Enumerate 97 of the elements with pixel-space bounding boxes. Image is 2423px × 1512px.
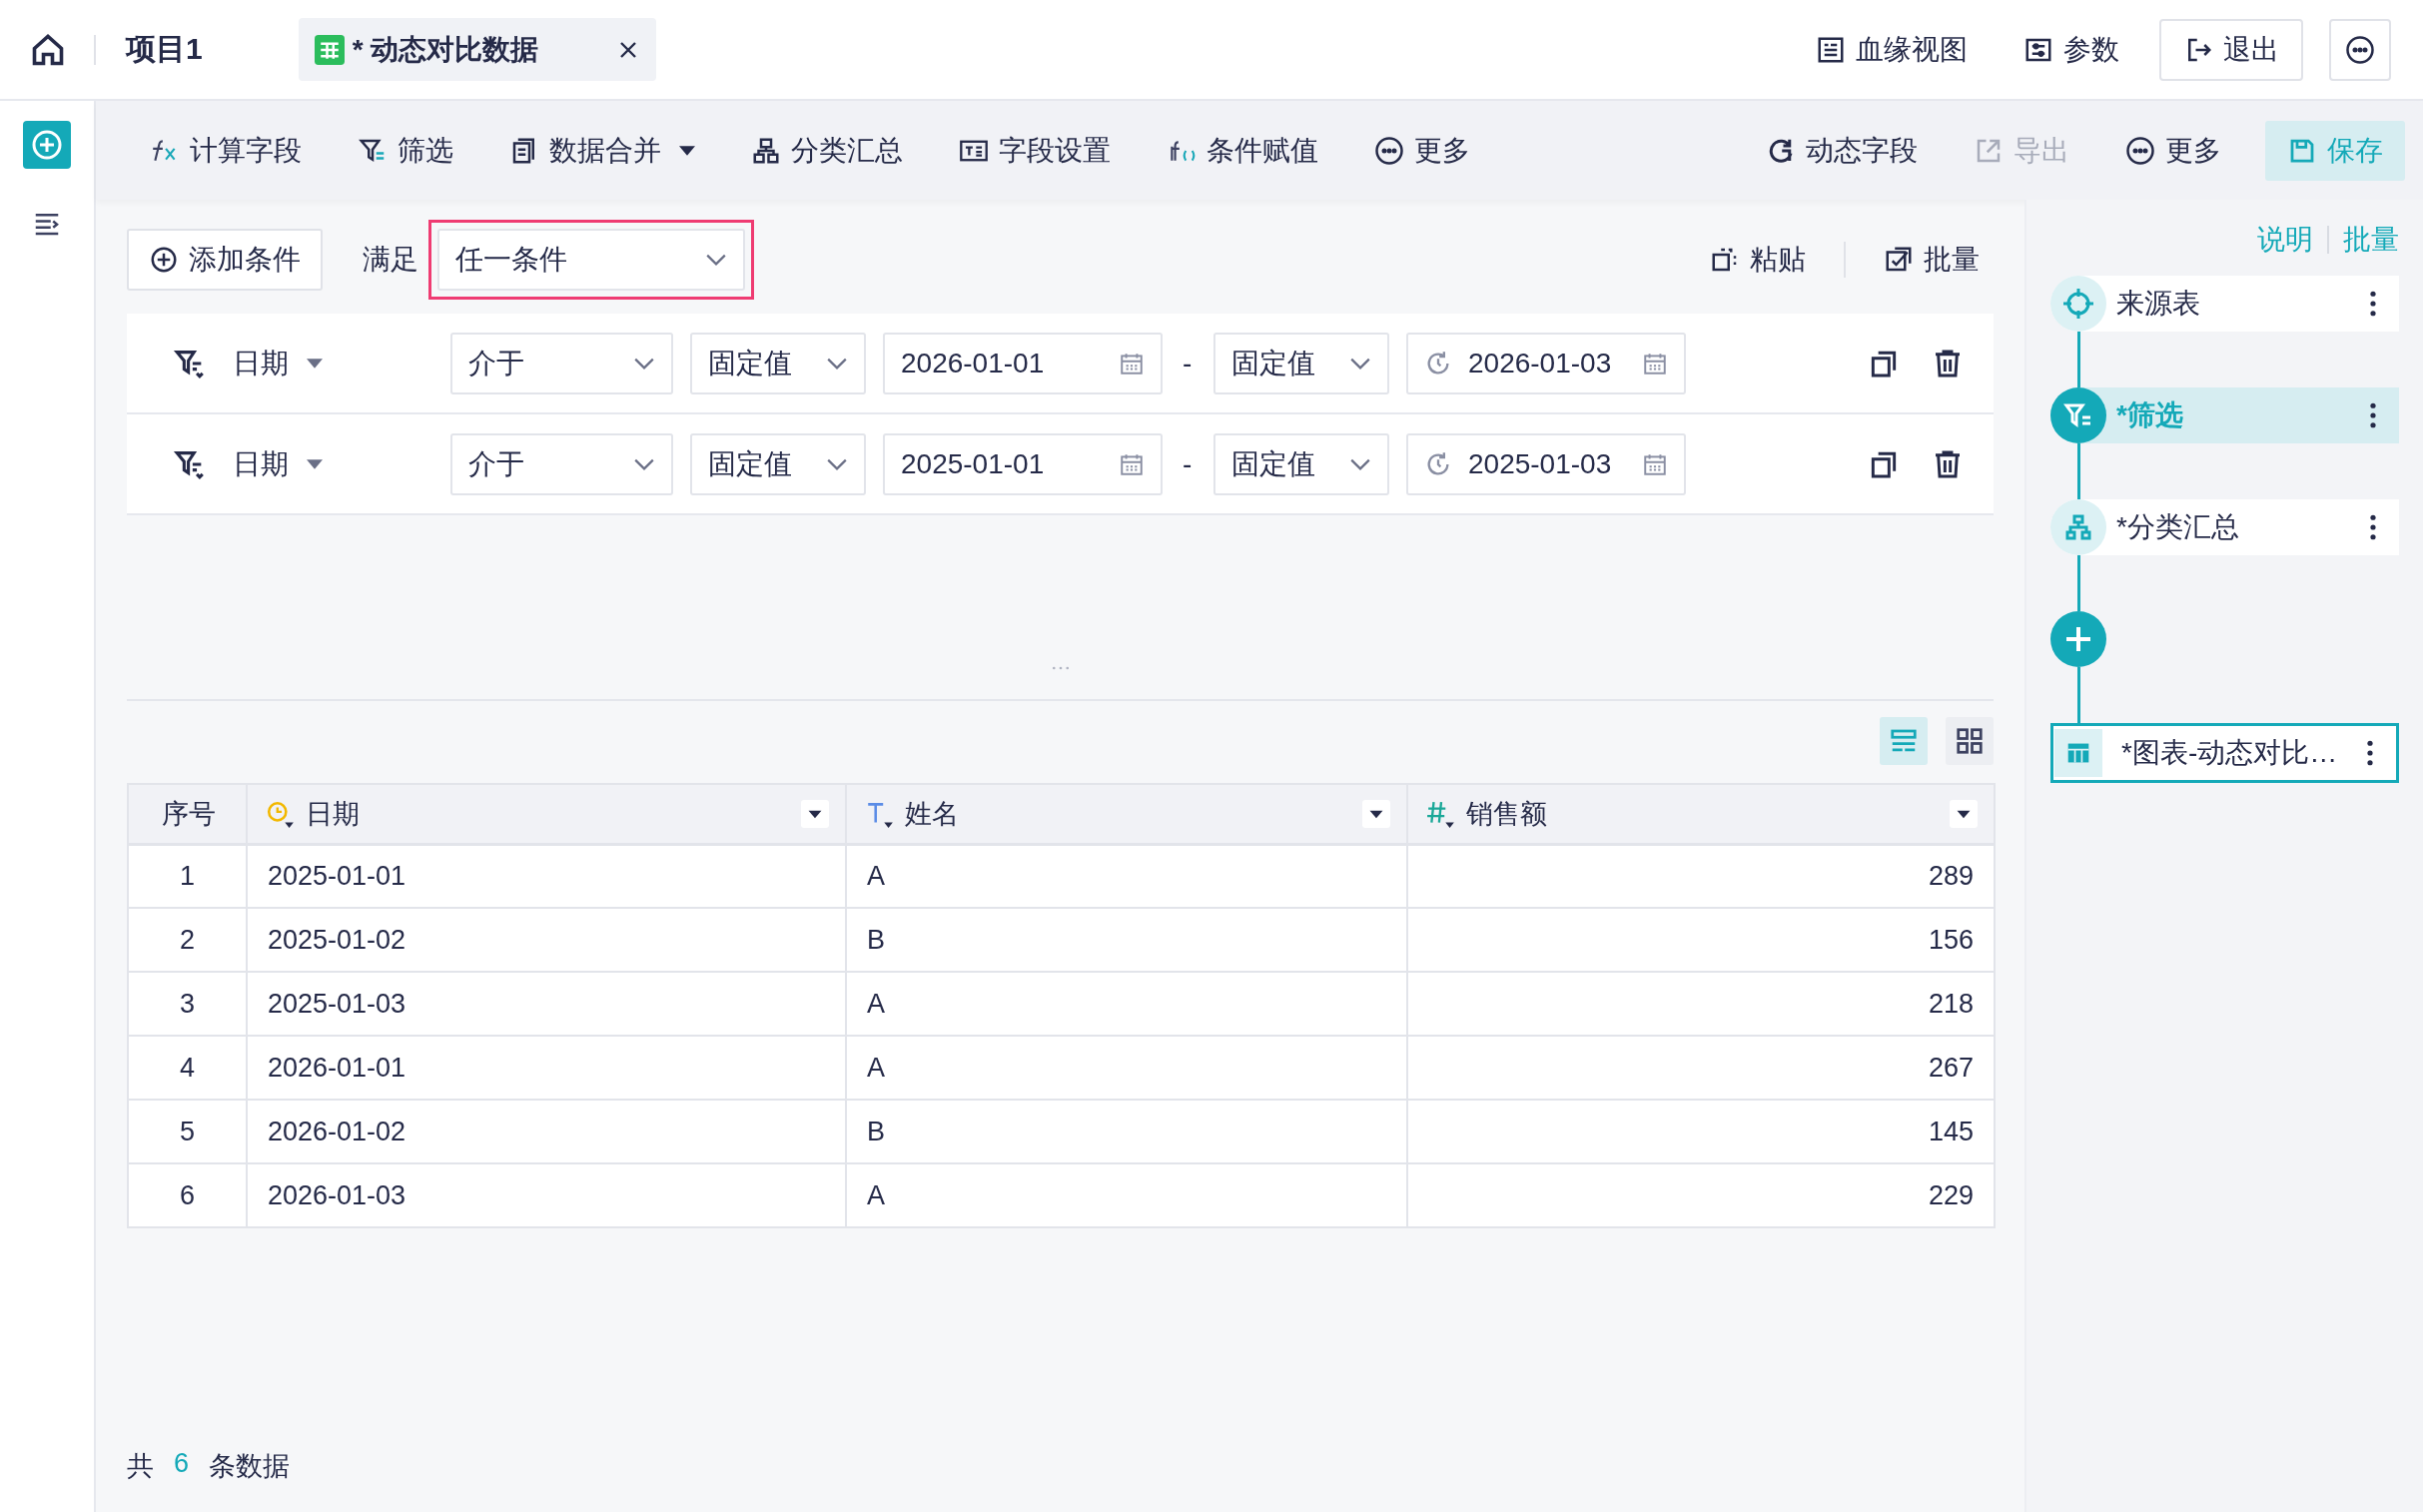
column-menu-icon[interactable] [1950,799,1978,828]
chevron-down-icon [826,356,848,371]
chevron-down-icon [633,356,655,371]
table-cell: 2026-01-01 [247,1036,846,1100]
table-cell: 156 [1407,908,1995,972]
caret-icon [679,145,695,156]
match-select[interactable]: 任一条件 [437,229,745,291]
table-cell: B [846,1100,1407,1163]
toolbar-button[interactable]: 分类汇总 [739,120,915,181]
more-icon [2345,34,2375,65]
drag-handle-icon[interactable] [1051,665,1070,671]
table-cell: A [846,844,1407,908]
toolbar-button[interactable]: 更多 [1362,120,1482,181]
chevron-down-icon [1349,356,1371,371]
document-tab[interactable]: * 动态对比数据 [298,18,656,81]
add-step-icon[interactable] [2050,611,2106,667]
date-field[interactable]: 2026-01-01 [883,332,1163,394]
table-cell: A [846,1036,1407,1100]
toolbar-button[interactable]: 筛选 [346,120,465,181]
chevron-down-icon [705,253,727,267]
table-cell: 2025-01-01 [247,844,846,908]
table-cell: 2 [128,908,247,972]
top-action-button[interactable]: 血缘视图 [1816,18,1968,81]
paste-button[interactable]: 粘贴 [1696,230,1820,290]
table-cell: A [846,1163,1407,1227]
match-label: 满足 [363,243,418,277]
top-action-button[interactable]: 参数 [2023,18,2119,81]
table-cell: 2026-01-03 [247,1163,846,1227]
plus-circle-icon [149,245,179,275]
range-separator: - [1183,347,1194,379]
table-cell: 2025-01-03 [247,972,846,1036]
toolbar-button[interactable]: 条件赋值 [1155,120,1330,181]
column-menu-icon[interactable] [801,799,829,828]
operator-select[interactable]: 介于 [450,332,673,394]
flow-step[interactable]: *图表-动态对比… [2050,723,2399,783]
toolbar-button[interactable]: 计算字段 [138,120,314,181]
field-dropdown[interactable]: 日期 [233,438,450,489]
grid-view-icon [1955,726,1985,756]
column-header[interactable]: 日期 [247,784,846,844]
more-vertical-icon[interactable] [2369,514,2377,540]
table-icon [2053,729,2103,777]
table-cell: 1 [128,844,247,908]
grid-view-button[interactable] [1946,717,1994,765]
column-header[interactable]: 姓名 [846,784,1407,844]
toolbar-button[interactable]: 数据合并 [497,120,707,181]
value-mode-select[interactable]: 固定值 [690,432,866,495]
table-cell: 2026-01-02 [247,1100,846,1163]
project-title: 项目1 [126,31,203,67]
toolbar-button[interactable]: 更多 [2113,120,2233,181]
column-header[interactable]: 销售额 [1407,784,1995,844]
table-cell: 289 [1407,844,1995,908]
toolbar-button[interactable]: 字段设置 [947,120,1123,181]
table-cell: 229 [1407,1163,1995,1227]
field-dropdown[interactable]: 日期 [233,338,450,388]
batch-button[interactable]: 批量 [1870,230,1994,290]
flow-step[interactable]: 来源表 [2050,276,2399,332]
table-cell: 145 [1407,1100,1995,1163]
range-separator: - [1183,447,1194,480]
table-cell: B [846,908,1407,972]
table-cell: 6 [128,1163,247,1227]
date-field[interactable]: 2026-01-03 [1406,332,1686,394]
table-cell: 5 [128,1100,247,1163]
chevron-down-icon [826,456,848,471]
count-prefix: 共 [127,1450,154,1483]
value-mode-select[interactable]: 固定值 [1213,332,1389,394]
more-button[interactable] [2329,18,2391,81]
exit-button[interactable]: 退出 [2159,18,2303,81]
more-vertical-icon[interactable] [2366,740,2374,766]
count-suffix: 条数据 [209,1450,291,1483]
flow-step[interactable]: *分类汇总 [2050,499,2399,555]
table-cell: 267 [1407,1036,1995,1100]
table-cell: 218 [1407,972,1995,1036]
table-cell: 4 [128,1036,247,1100]
operator-select[interactable]: 介于 [450,432,673,495]
chevron-down-icon [633,456,655,471]
spreadsheet-icon [314,34,345,65]
more-icon [1374,135,1404,166]
date-field[interactable]: 2025-01-01 [883,432,1163,495]
more-vertical-icon[interactable] [2369,402,2377,428]
chevron-down-icon [1349,456,1371,471]
column-header[interactable]: 序号 [128,784,247,844]
caret-icon [307,358,323,369]
column-menu-icon[interactable] [1362,799,1390,828]
table-cell: 2025-01-02 [247,908,846,972]
table-cell: A [846,972,1407,1036]
value-mode-select[interactable]: 固定值 [1213,432,1389,495]
table-cell: 3 [128,972,247,1036]
add-icon[interactable] [23,121,71,169]
add-condition-button[interactable]: 添加条件 [127,229,323,291]
more-icon [2125,135,2155,166]
caret-icon [307,458,323,469]
more-vertical-icon[interactable] [2369,291,2377,317]
toolbar-button[interactable]: 动态字段 [1754,120,1930,181]
value-mode-select[interactable]: 固定值 [690,332,866,394]
tab-title: * 动态对比数据 [352,32,540,67]
row-count: 6 [174,1448,190,1480]
date-field[interactable]: 2025-01-03 [1406,432,1686,495]
